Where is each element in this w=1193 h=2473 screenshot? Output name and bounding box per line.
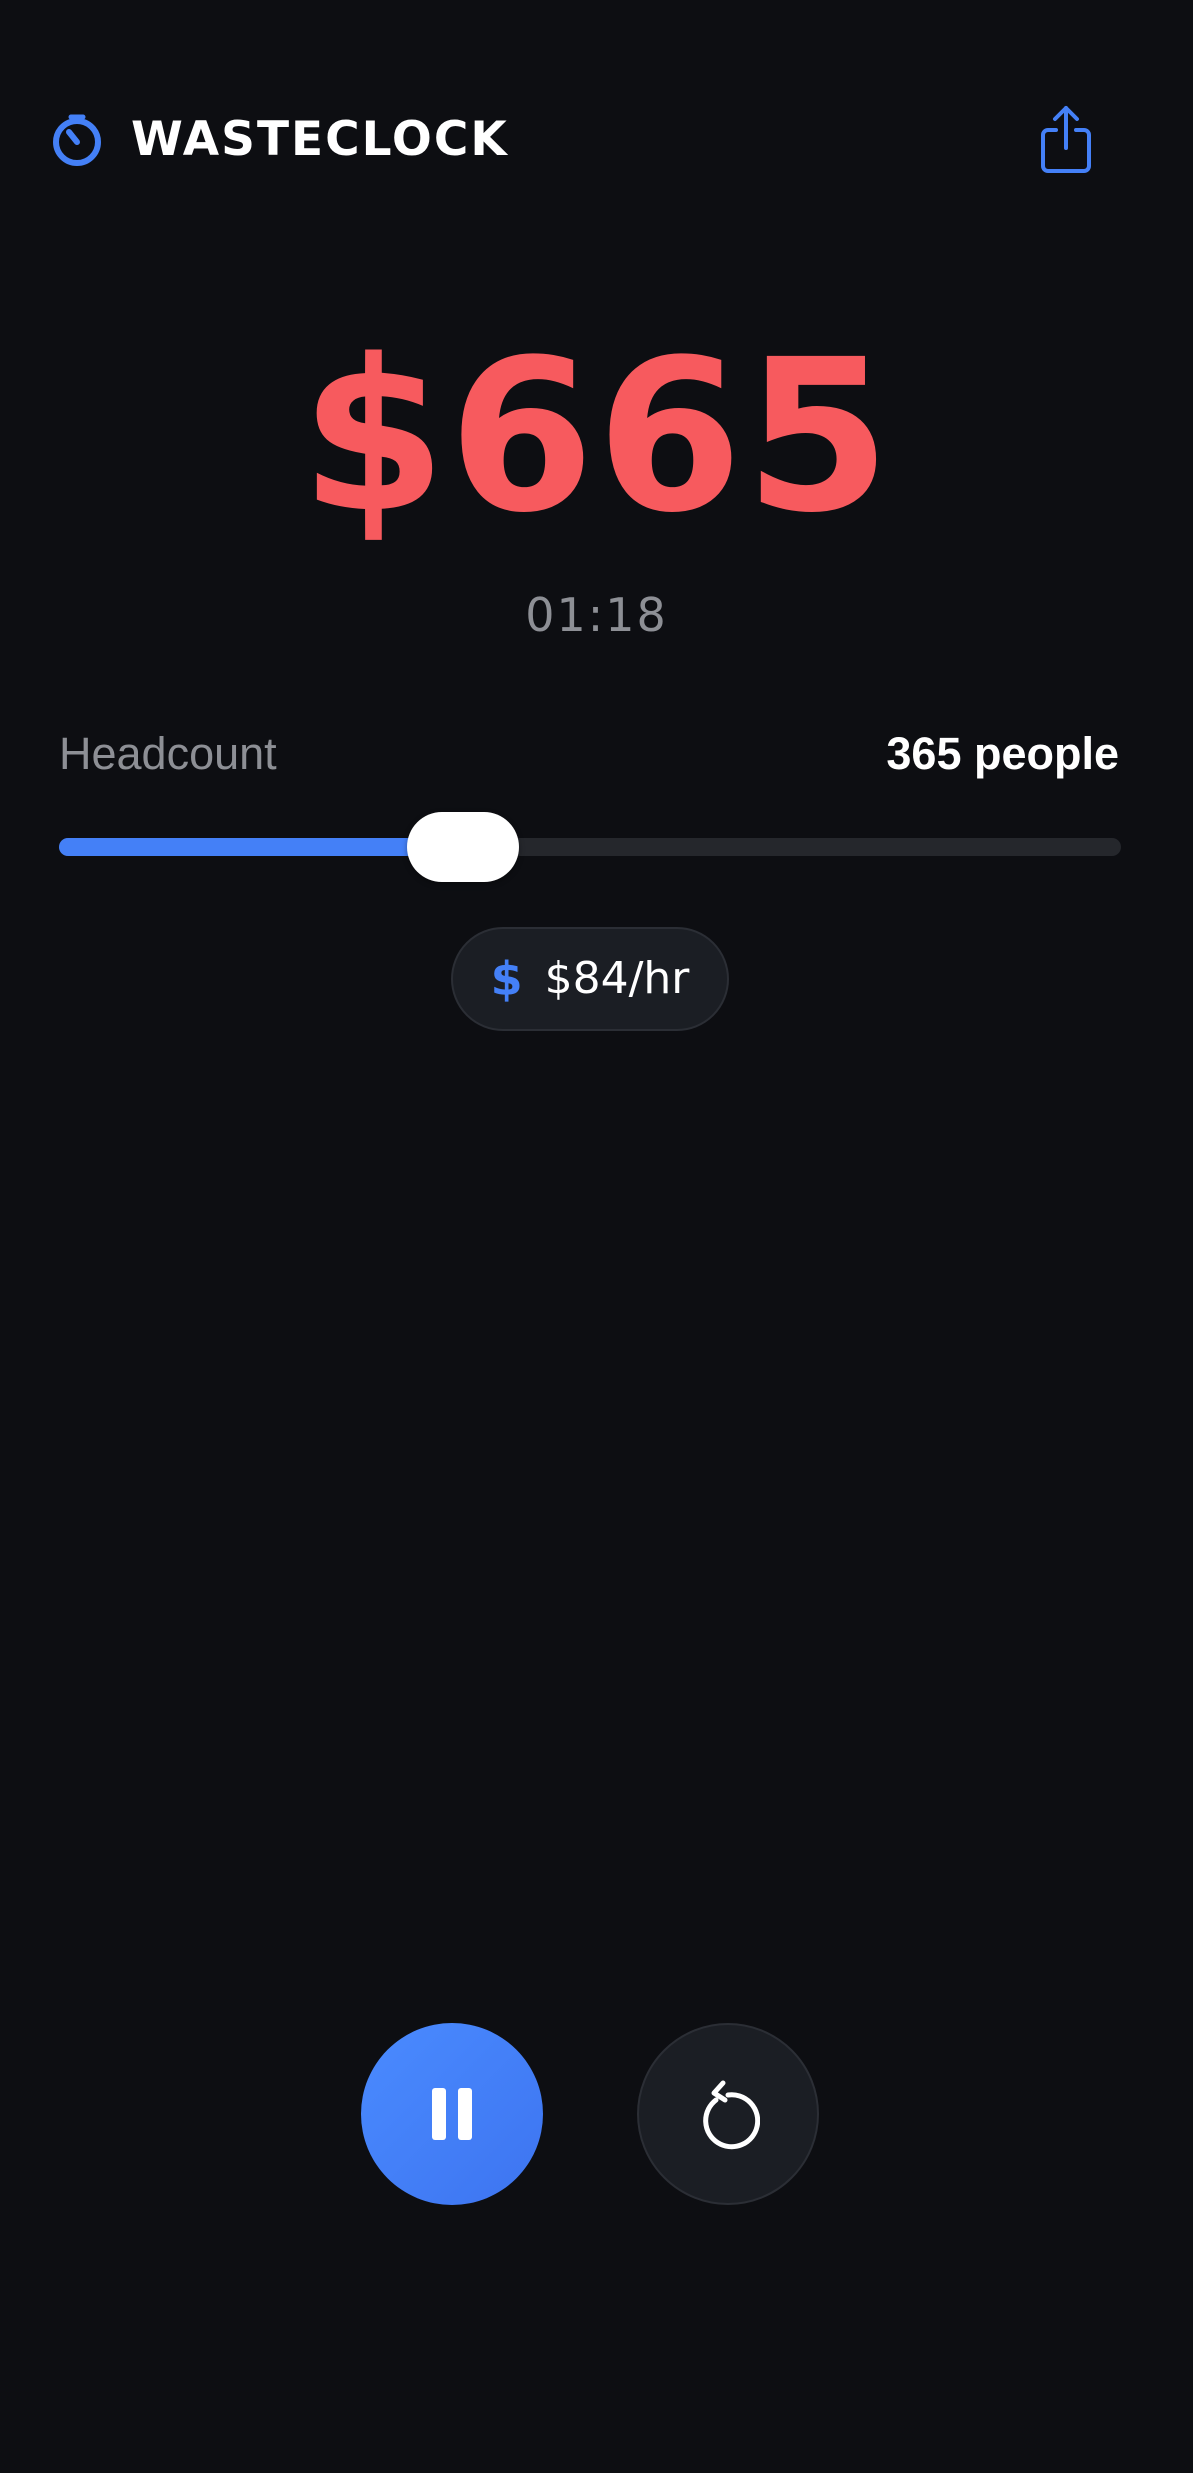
share-icon bbox=[1041, 106, 1091, 173]
share-button[interactable] bbox=[1033, 100, 1099, 180]
header: WASTECLOCK bbox=[0, 100, 1193, 180]
headcount-label: Headcount bbox=[59, 728, 277, 779]
slider-thumb[interactable] bbox=[407, 812, 519, 882]
hourly-rate-pill[interactable]: $ $84/hr bbox=[451, 927, 729, 1031]
cost-amount: $665 bbox=[300, 314, 893, 559]
brand-name: WASTECLOCK bbox=[131, 112, 509, 167]
pause-button[interactable] bbox=[361, 2023, 543, 2205]
headcount-slider[interactable] bbox=[59, 810, 1121, 882]
reset-button[interactable] bbox=[637, 2023, 819, 2205]
app: WASTECLOCK $665 01:18 Headcount 365 peop… bbox=[0, 0, 1193, 2473]
timer-icon bbox=[53, 114, 101, 166]
headcount-value: 365 people bbox=[886, 728, 1119, 779]
logo: WASTECLOCK bbox=[49, 112, 509, 168]
dollar-icon: $ bbox=[490, 952, 523, 1006]
elapsed-time: 01:18 bbox=[525, 588, 668, 642]
pause-icon bbox=[432, 2088, 472, 2140]
slider-fill bbox=[59, 838, 463, 856]
hourly-rate: $84/hr bbox=[544, 953, 690, 1004]
reset-icon bbox=[703, 2080, 760, 2150]
